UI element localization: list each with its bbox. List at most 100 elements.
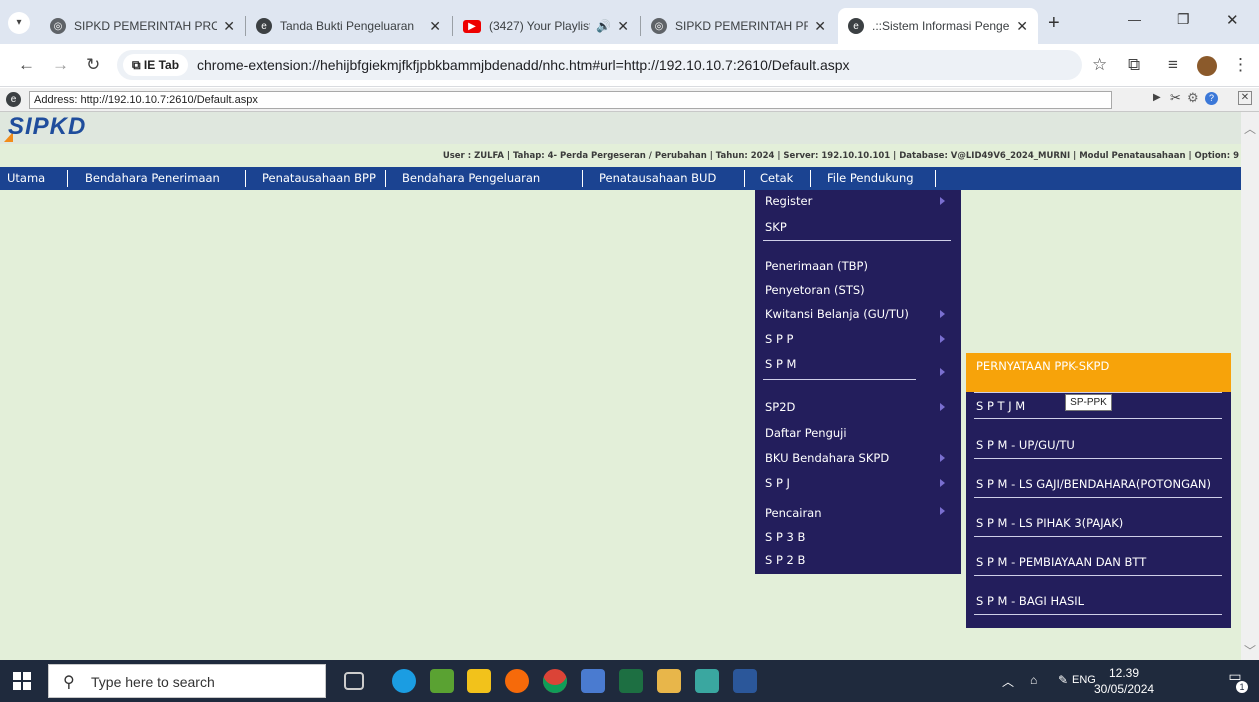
firefox-icon[interactable] [505, 669, 529, 693]
submenu-item-spm-ls-gaji[interactable]: S P M - LS GAJI/BENDAHARA(POTONGAN) [976, 476, 1211, 492]
menu-utama[interactable]: Utama [7, 167, 45, 190]
tools-app-icon[interactable] [657, 669, 681, 693]
ie-tab-chip[interactable]: ⧉ IE Tab [123, 54, 189, 76]
network-icon[interactable]: ⌂ [1030, 673, 1037, 687]
windows-start-icon[interactable] [13, 672, 31, 690]
browser-tab[interactable]: ◎ SIPKD PEMERINTAH PRO ✕ [40, 8, 245, 44]
url-text[interactable]: chrome-extension://hehijbfgiekmjfkfjpbkb… [197, 57, 850, 73]
menu-file-pendukung[interactable]: File Pendukung [827, 167, 914, 190]
help-icon[interactable]: ? [1205, 92, 1218, 105]
ie-tab-icon: e [256, 18, 272, 34]
ie-address-bar: e Address: http://192.10.10.7:2610/Defau… [0, 88, 1259, 112]
reading-list-icon[interactable]: ≡ [1168, 55, 1178, 75]
app-icon[interactable] [430, 669, 454, 693]
star-icon[interactable]: ☆ [1092, 55, 1107, 75]
submenu-arrow-icon [940, 403, 945, 411]
menu-item-sp2b[interactable]: S P 2 B [765, 552, 805, 568]
app-icon[interactable] [695, 669, 719, 693]
restore-button[interactable]: ❐ [1177, 11, 1190, 28]
submenu-arrow-icon [940, 335, 945, 343]
reload-icon[interactable]: ↻ [86, 55, 100, 75]
main-menu: Utama Bendahara Penerimaan Penatausahaan… [0, 167, 1241, 190]
submenu-item-sptjm[interactable]: S P T J M [976, 398, 1025, 414]
chrome-icon[interactable] [543, 669, 567, 693]
tab-strip: ▾ ◎ SIPKD PEMERINTAH PRO ✕ e Tanda Bukti… [0, 0, 1259, 44]
menu-icon[interactable]: ⋮ [1232, 55, 1249, 75]
excel-icon[interactable] [619, 669, 643, 693]
close-ie-bar-icon[interactable]: ✕ [1238, 91, 1252, 105]
menu-bendahara-penerimaan[interactable]: Bendahara Penerimaan [85, 167, 220, 190]
pen-icon[interactable]: ✎ [1058, 673, 1068, 687]
cetak-dropdown: Register SKP Penerimaan (TBP) Penyetoran… [755, 190, 961, 574]
ie-tab-icon: ⧉ [132, 58, 144, 72]
browser-tab-active[interactable]: e .::Sistem Informasi Penge ✕ [838, 8, 1038, 44]
menu-cetak[interactable]: Cetak [760, 167, 793, 190]
menu-item-penyetoran-sts[interactable]: Penyetoran (STS) [765, 282, 865, 298]
new-tab-button[interactable]: + [1048, 12, 1060, 35]
menu-item-spp[interactable]: S P P [765, 331, 793, 347]
profile-avatar[interactable] [1197, 56, 1217, 76]
close-tab-icon[interactable]: ✕ [429, 18, 441, 35]
submenu-arrow-icon [940, 507, 945, 515]
app-icon[interactable] [581, 669, 605, 693]
taskbar-search[interactable]: ⚲ Type here to search [48, 664, 326, 698]
forward-icon[interactable]: → [52, 55, 69, 75]
menu-bendahara-pengeluaran[interactable]: Bendahara Pengeluaran [402, 167, 540, 190]
menu-item-skp[interactable]: SKP [765, 219, 787, 235]
close-tab-icon[interactable]: ✕ [1016, 18, 1028, 35]
ie-address-field[interactable]: Address: http://192.10.10.7:2610/Default… [29, 91, 1112, 109]
ie-icon: e [6, 92, 21, 107]
extensions-icon[interactable]: ⧉ [1128, 55, 1140, 75]
task-view-icon[interactable] [344, 672, 364, 690]
speaker-icon[interactable]: 🔊 [596, 19, 611, 33]
menu-item-spm[interactable]: S P M [765, 356, 796, 372]
word-icon[interactable] [733, 669, 757, 693]
submenu-item-spm-ls-pihak3[interactable]: S P M - LS PIHAK 3(PAJAK) [976, 515, 1123, 531]
file-explorer-icon[interactable] [467, 669, 491, 693]
close-tab-icon[interactable]: ✕ [223, 18, 235, 35]
minimize-button[interactable]: — [1128, 12, 1141, 27]
browser-tab[interactable]: ◎ SIPKD PEMERINTAH PRO ✕ [641, 8, 836, 44]
close-tab-icon[interactable]: ✕ [617, 18, 629, 35]
submenu-arrow-icon [940, 454, 945, 462]
menu-penatausahaan-bud[interactable]: Penatausahaan BUD [599, 167, 716, 190]
submenu-item-spm-bagi-hasil[interactable]: S P M - BAGI HASIL [976, 593, 1084, 609]
chevron-up-icon[interactable]: ︿ [1002, 673, 1014, 690]
scroll-down-icon[interactable]: ﹀ [1244, 642, 1256, 659]
menu-item-register[interactable]: Register [765, 193, 812, 209]
menu-item-spj[interactable]: S P J [765, 475, 790, 491]
browser-tab[interactable]: e Tanda Bukti Pengeluaran ✕ [246, 8, 451, 44]
close-tab-icon[interactable]: ✕ [814, 18, 826, 35]
menu-item-pencairan[interactable]: Pencairan [765, 505, 822, 521]
submenu-arrow-icon [940, 310, 945, 318]
omnibox[interactable]: ⧉ IE Tab chrome-extension://hehijbfgiekm… [117, 50, 1082, 80]
menu-item-daftar-penguji[interactable]: Daftar Penguji [765, 425, 847, 441]
submenu-arrow-icon [940, 368, 945, 376]
clock[interactable]: 12.39 30/05/2024 [1094, 665, 1154, 697]
close-window-button[interactable]: ✕ [1226, 11, 1239, 29]
browser-tab[interactable]: ▶ (3427) Your Playlist: T 🔊 ✕ [453, 8, 639, 44]
menu-penatausahaan-bpp[interactable]: Penatausahaan BPP [262, 167, 376, 190]
tab-search-button[interactable]: ▾ [8, 12, 30, 34]
globe-icon: ◎ [50, 18, 66, 34]
scroll-up-icon[interactable]: ︿ [1244, 120, 1256, 137]
menu-item-kwitansi-belanja[interactable]: Kwitansi Belanja (GU/TU) [765, 306, 909, 322]
language-indicator[interactable]: ENG [1072, 674, 1096, 686]
menu-item-penerimaan-tbp[interactable]: Penerimaan (TBP) [765, 258, 868, 274]
edge-icon[interactable] [392, 669, 416, 693]
submenu-arrow-icon [940, 479, 945, 487]
ie-tab-icon: e [848, 18, 864, 34]
compat-icon[interactable]: ⚙ [1187, 90, 1199, 106]
go-icon[interactable]: ▶ [1153, 92, 1161, 103]
menu-item-bku-bendahara[interactable]: BKU Bendahara SKPD [765, 450, 889, 466]
submenu-item-spm-up-gu-tu[interactable]: S P M - UP/GU/TU [976, 437, 1075, 453]
menu-item-sp3b[interactable]: S P 3 B [765, 529, 805, 545]
back-icon[interactable]: ← [18, 55, 35, 75]
submenu-item-spm-pembiayaan[interactable]: S P M - PEMBIAYAAN DAN BTT [976, 554, 1146, 570]
youtube-icon: ▶ [463, 19, 481, 33]
scrollbar[interactable]: ︿ ﹀ [1241, 112, 1259, 660]
menu-item-sp2d[interactable]: SP2D [765, 399, 795, 415]
tools-icon[interactable]: ✂ [1170, 90, 1181, 106]
notification-count: 1 [1236, 681, 1248, 693]
submenu-item-pernyataan-ppk[interactable]: PERNYATAAN PPK-SKPD [976, 358, 1109, 374]
